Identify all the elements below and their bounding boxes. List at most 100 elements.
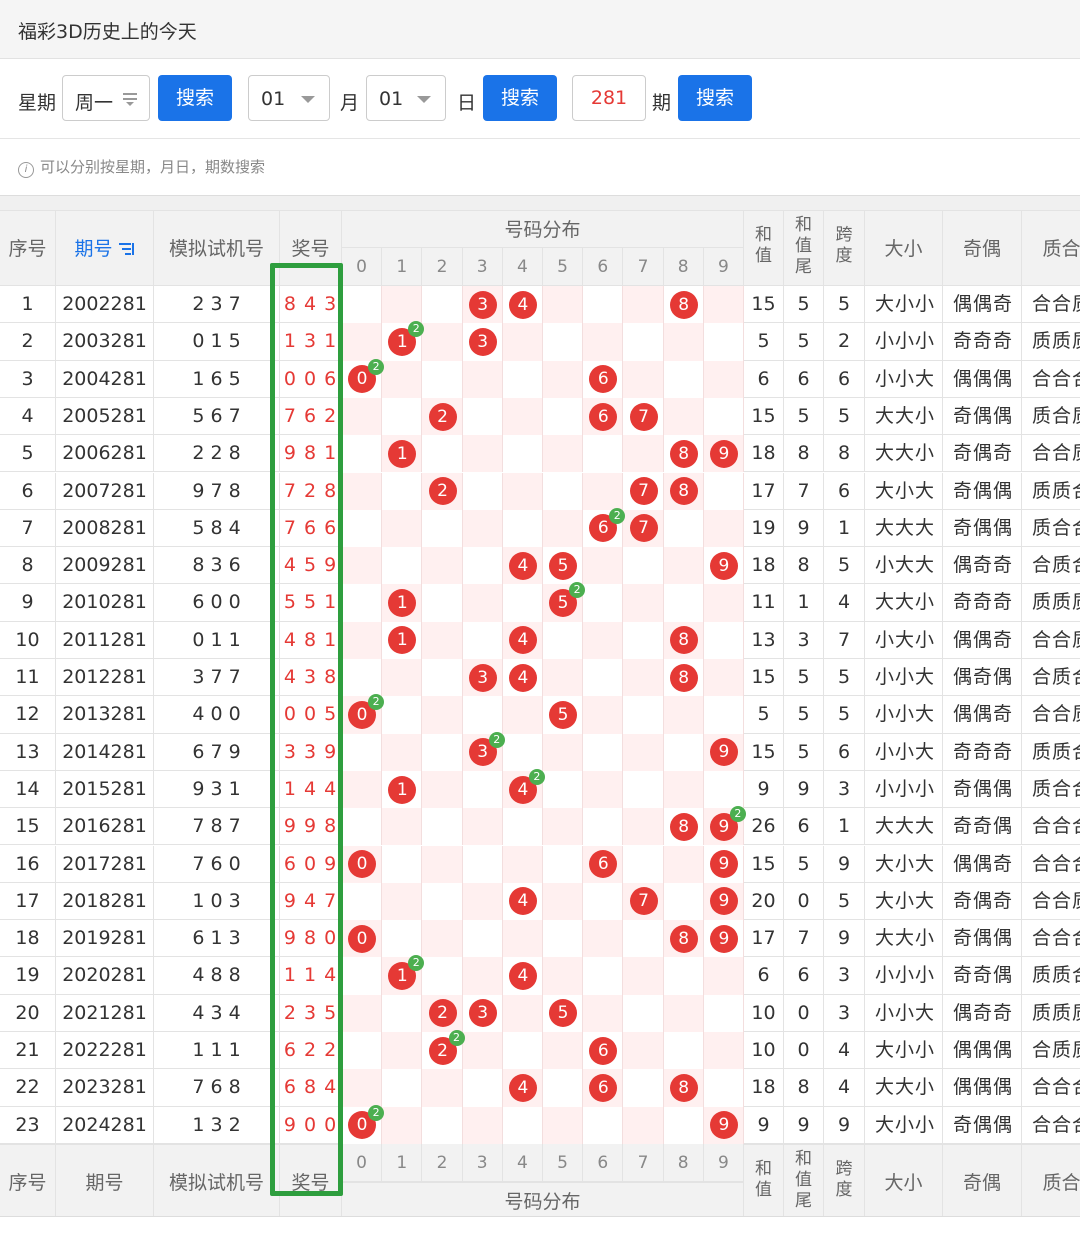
- dist-cell: [583, 733, 624, 771]
- foot-size: 大小: [865, 1143, 943, 1216]
- cell-prime: 合合合: [1022, 1107, 1080, 1144]
- cell-sim: 9 7 8: [154, 472, 280, 510]
- cell-prime: 质质质: [1022, 323, 1080, 360]
- dist-cell: [663, 509, 704, 548]
- cell-prize: 4 5 9: [280, 547, 342, 585]
- cell-sum: 5: [744, 323, 784, 361]
- dist-cell: [342, 509, 383, 548]
- cell-seq: 3: [0, 360, 56, 398]
- ball-3: 3: [468, 327, 497, 356]
- cell-sum: 10: [744, 1032, 784, 1070]
- repeat-badge: 2: [368, 1104, 385, 1121]
- dist-cell: [623, 808, 664, 846]
- dist-cell: [342, 286, 383, 324]
- head-sim: 模拟试机号: [154, 210, 280, 286]
- cell-tail: 5: [784, 845, 824, 883]
- cell-size: 大小小: [865, 1106, 943, 1144]
- dist-cell: [703, 286, 744, 324]
- cell-issue: 2017281: [56, 845, 154, 883]
- dist-cell: [382, 920, 423, 958]
- dist-cell: [342, 584, 383, 622]
- dist-cell: [422, 1069, 463, 1107]
- cell-odd: 偶奇奇: [943, 994, 1022, 1032]
- cell-tail: 5: [784, 659, 824, 697]
- ball-8: 8: [669, 924, 698, 953]
- cell-odd: 偶偶奇: [943, 845, 1022, 883]
- cell-sim: 6 1 3: [154, 920, 280, 958]
- dist-cell: [342, 1069, 383, 1107]
- cell-size: 小小大: [865, 696, 943, 734]
- cell-tail: 8: [784, 435, 824, 473]
- cell-tail: 8: [784, 1069, 824, 1107]
- dist-cell: [422, 808, 463, 846]
- dist-cell: [502, 994, 543, 1032]
- dist-cell: [502, 584, 543, 622]
- issue-input[interactable]: 281: [572, 75, 646, 121]
- date-search-button[interactable]: 搜索: [483, 75, 557, 121]
- cell-issue: 2021281: [56, 994, 154, 1032]
- dist-cell: [583, 659, 624, 697]
- ball-4: 4: [508, 1073, 537, 1102]
- cell-sum: 26: [744, 808, 784, 846]
- head-digit-1: 1: [382, 248, 423, 286]
- cell-tail: 9: [784, 509, 824, 548]
- foot-digit-6: 6: [583, 1143, 624, 1182]
- ball-8: 8: [669, 663, 698, 692]
- dist-cell: [663, 994, 704, 1032]
- dist-cell: [703, 621, 744, 659]
- cell-seq: 15: [0, 808, 56, 846]
- cell-sim: 0 1 5: [154, 323, 280, 361]
- dist-cell: [462, 472, 503, 510]
- panel-header: 福彩3D历史上的今天: [0, 0, 1080, 59]
- head-issue[interactable]: 期号: [56, 210, 154, 286]
- cell-issue: 2010281: [56, 584, 154, 622]
- cell-sim: 6 0 0: [154, 584, 280, 622]
- dist-cell: [422, 547, 463, 585]
- dist-cell: [342, 994, 383, 1032]
- weekday-search-button[interactable]: 搜索: [158, 75, 232, 121]
- cell-size: 小小大: [865, 994, 943, 1032]
- dist-cell: [583, 435, 624, 473]
- cell-size: 小小大: [865, 360, 943, 398]
- cell-span: 5: [824, 659, 865, 697]
- cell-issue: 2013281: [56, 696, 154, 734]
- dist-cell: [502, 323, 543, 361]
- dist-cell: [623, 360, 664, 398]
- foot-tail: 和值尾: [784, 1143, 824, 1216]
- dist-cell: [623, 323, 664, 361]
- cell-prime: 质质合: [1022, 957, 1080, 994]
- dist-cell: [342, 547, 383, 585]
- cell-prime: 质质合: [1022, 473, 1080, 510]
- cell-sim: 8 3 6: [154, 547, 280, 585]
- cell-tail: 1: [784, 584, 824, 622]
- dist-cell: [543, 1069, 584, 1107]
- ball-6: 6: [589, 402, 618, 431]
- cell-tail: 3: [784, 621, 824, 659]
- cell-odd: 奇奇偶: [943, 957, 1022, 995]
- weekday-select[interactable]: 周一: [62, 75, 150, 121]
- cell-span: 5: [824, 286, 865, 324]
- ball-1: 1: [388, 775, 417, 804]
- cell-tail: 5: [784, 733, 824, 771]
- info-icon: i: [18, 162, 34, 178]
- sort-icon[interactable]: [118, 241, 135, 257]
- cell-seq: 4: [0, 397, 56, 436]
- foot-odd: 奇偶: [943, 1143, 1022, 1216]
- foot-sim: 模拟试机号: [154, 1143, 280, 1216]
- dist-cell: [583, 472, 624, 510]
- cell-size: 小小大: [865, 659, 943, 697]
- ball-8: 8: [669, 477, 698, 506]
- cell-size: 小大小: [865, 621, 943, 659]
- cell-prize: 1 3 1: [280, 323, 342, 361]
- cell-span: 6: [824, 733, 865, 771]
- cell-span: 5: [824, 547, 865, 585]
- cell-sum: 17: [744, 920, 784, 958]
- cell-odd: 偶奇奇: [943, 547, 1022, 585]
- month-select[interactable]: 01: [248, 75, 330, 121]
- day-select[interactable]: 01: [366, 75, 446, 121]
- issue-search-button[interactable]: 搜索: [678, 75, 752, 121]
- dist-cell: [502, 509, 543, 548]
- cell-sum: 20: [744, 882, 784, 921]
- dist-cell: [462, 808, 503, 846]
- dist-cell: [663, 733, 704, 771]
